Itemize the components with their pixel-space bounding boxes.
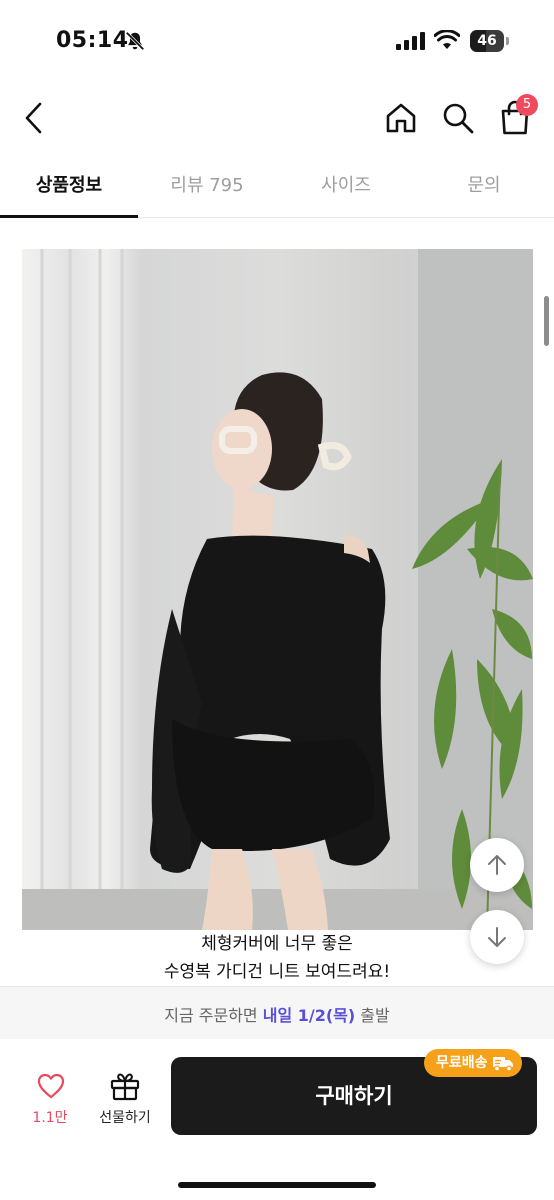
product-tabs: 상품정보 리뷰 795 사이즈 문의 [0, 164, 554, 218]
product-photo [22, 249, 533, 930]
delivery-prefix: 지금 주문하면 [164, 1006, 263, 1025]
search-icon[interactable] [441, 101, 475, 135]
product-photo-illustration [22, 249, 533, 930]
free-shipping-label: 무료배송 [436, 1055, 488, 1071]
tab-reviews[interactable]: 리뷰 795 [138, 164, 276, 218]
top-nav: 5 [0, 84, 554, 154]
delivery-suffix: 출발 [355, 1006, 390, 1025]
arrow-up-icon [488, 855, 506, 875]
like-count: 1.1만 [32, 1110, 68, 1126]
gift-button[interactable]: 선물하기 [90, 1069, 160, 1131]
delivery-estimate: 지금 주문하면 내일 1/2(목) 출발 [0, 987, 554, 1039]
free-shipping-badge: 무료배송 [424, 1049, 522, 1077]
product-caption: 체형커버에 너무 좋은 수영복 가디건 니트 보여드려요! [0, 930, 554, 986]
caption-line-2: 수영복 가디건 니트 보여드려요! [163, 962, 391, 982]
scrollbar-thumb[interactable] [544, 296, 549, 346]
cart-count-badge: 5 [516, 94, 538, 116]
status-time: 05:14 [56, 28, 129, 53]
truck-icon [492, 1057, 513, 1072]
home-indicator[interactable] [178, 1182, 376, 1188]
signal-icon [396, 32, 425, 50]
purchase-bar: 지금 주문하면 내일 1/2(목) 출발 1.1만 선물하기 구매하기 무료배송 [0, 986, 554, 1200]
tab-inquiry[interactable]: 문의 [415, 164, 553, 218]
battery-icon: 46 [470, 30, 510, 52]
tab-size[interactable]: 사이즈 [277, 164, 415, 218]
home-icon[interactable] [384, 101, 418, 135]
caption-line-1: 체형커버에 너무 좋은 [201, 934, 353, 954]
status-bar: 05:14 46 [0, 0, 554, 84]
scroll-top-button[interactable] [470, 838, 524, 892]
delivery-date: 내일 1/2(목) [262, 1006, 356, 1025]
bell-off-icon [125, 31, 145, 51]
wifi-icon [434, 30, 460, 49]
back-icon[interactable] [22, 100, 46, 136]
gift-icon [110, 1073, 140, 1101]
tab-product-info[interactable]: 상품정보 [0, 164, 138, 218]
battery-level: 46 [477, 33, 497, 49]
gift-label: 선물하기 [99, 1110, 151, 1126]
cart-button[interactable]: 5 [496, 94, 546, 140]
like-button[interactable]: 1.1만 [22, 1071, 78, 1131]
heart-icon [37, 1073, 65, 1099]
